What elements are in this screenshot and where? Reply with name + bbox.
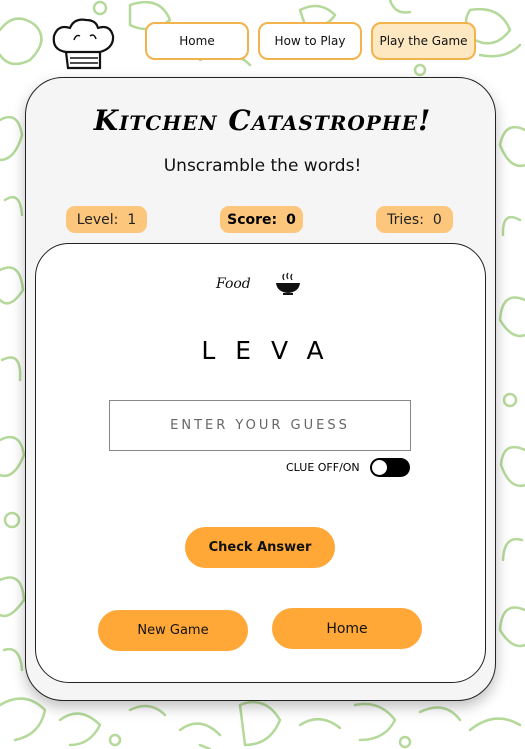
page-subtitle: Unscramble the words! <box>163 156 362 176</box>
home-button[interactable]: Home <box>272 608 422 649</box>
nav-home-button[interactable]: Home <box>145 22 249 60</box>
score-label: Score: <box>227 211 278 228</box>
clue-toggle-knob <box>372 460 387 475</box>
level-value: 1 <box>127 211 137 228</box>
tries-label: Tries: <box>387 211 424 228</box>
tries-value: 0 <box>432 211 442 228</box>
clue-toggle[interactable] <box>370 458 410 477</box>
score-value: 0 <box>286 211 296 228</box>
nav-how-to-play-button[interactable]: How to Play <box>258 22 362 60</box>
level-label: Level: <box>76 211 119 228</box>
chef-hat-icon <box>52 18 115 70</box>
tries-badge: Tries: 0 <box>376 206 453 233</box>
bowl-icon <box>276 272 300 295</box>
score-badge: Score: 0 <box>220 206 303 233</box>
level-badge: Level: 1 <box>66 206 147 233</box>
category-label: Food <box>216 276 251 292</box>
nav-play-game-button[interactable]: Play the Game <box>371 22 476 60</box>
scrambled-word: LEVA <box>201 336 344 365</box>
page-title: Kitchen Catastrophe! <box>93 104 432 137</box>
guess-input[interactable] <box>109 400 411 451</box>
new-game-button[interactable]: New Game <box>98 610 248 651</box>
check-answer-button[interactable]: Check Answer <box>185 527 335 568</box>
clue-toggle-label: CLUE OFF/ON <box>286 461 360 474</box>
